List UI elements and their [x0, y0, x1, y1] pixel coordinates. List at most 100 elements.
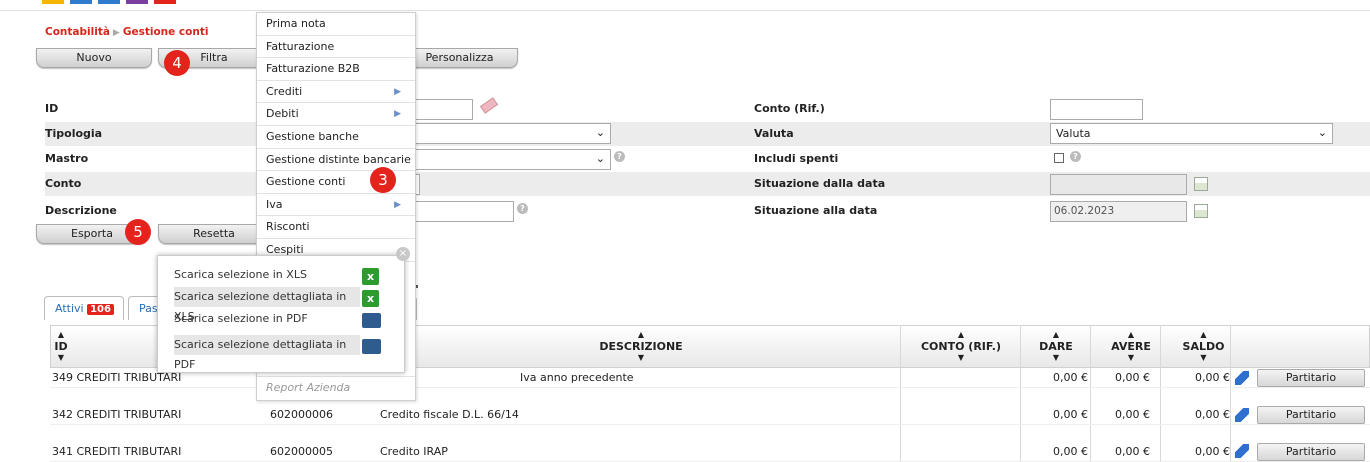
brand-stripe	[126, 0, 148, 4]
chevron-down-icon: ⌄	[595, 126, 605, 139]
menu-item-label: Gestione distinte bancarie	[266, 152, 411, 166]
close-icon[interactable]: ×	[396, 247, 410, 261]
conto-label: Conto	[45, 177, 82, 190]
menu-item-label: Debiti	[266, 107, 299, 121]
resetta-button[interactable]: Resetta	[158, 224, 270, 244]
menu-item-label: Iva	[266, 197, 283, 211]
conto-rif-input[interactable]	[1050, 99, 1143, 120]
download-xls-item[interactable]: Scarica selezione in XLS	[174, 265, 359, 285]
menu-item-gestione-distinte-bancarie[interactable]: Gestione distinte bancarie	[257, 149, 415, 172]
breadcrumb-current: Gestione conti	[122, 26, 209, 38]
brand-stripe	[98, 0, 120, 4]
cell-avere: 0,00 €	[1115, 445, 1150, 458]
form-row-conto: Conto Situazione dalla data	[45, 172, 1370, 196]
chevron-down-icon: ⌄	[595, 152, 605, 165]
menu-item-debiti[interactable]: Debiti ▶	[257, 103, 415, 126]
edit-icon[interactable]	[1235, 444, 1249, 458]
cell-descrizione: Credito IRAP	[380, 445, 448, 458]
partitario-button[interactable]: Partitario	[1257, 406, 1365, 424]
cell-dare: 0,00 €	[1053, 445, 1088, 458]
cell-conto: 602000006	[270, 408, 333, 421]
descrizione-input[interactable]	[405, 201, 514, 222]
menu-item-label: Prima nota	[266, 17, 326, 30]
attivi-count-badge: 106	[87, 304, 114, 315]
menu-item-report-azienda[interactable]: Report Azienda	[257, 376, 415, 398]
menu-item-fatturazione[interactable]: Fatturazione	[257, 36, 415, 59]
breadcrumb-root[interactable]: Contabilità	[45, 26, 110, 38]
download-detailed-xls-item[interactable]: Scarica selezione dettagliata in XLS	[174, 287, 360, 323]
sort-down-icon: ▼	[1052, 353, 1060, 362]
id-label: ID	[45, 102, 59, 115]
menu-item-iva[interactable]: Iva ▶	[257, 194, 415, 217]
cell-avere: 0,00 €	[1115, 408, 1150, 421]
help-icon[interactable]: ?	[1070, 151, 1081, 162]
tab-attivi[interactable]: Attivi 106	[44, 296, 124, 320]
partitario-button[interactable]: Partitario	[1257, 369, 1365, 387]
cell-descrizione: Iva anno precedente	[520, 371, 634, 384]
menu-item-prima-nota[interactable]: Prima nota	[257, 13, 415, 36]
nuovo-button[interactable]: Nuovo	[36, 48, 152, 68]
situazione-dalla-input[interactable]	[1050, 174, 1187, 195]
menu-item-risconti[interactable]: Risconti	[257, 216, 415, 239]
includi-spenti-checkbox[interactable]	[1054, 153, 1064, 163]
column-header-conto-rif-label: CONTO (RIF.)	[920, 340, 1001, 353]
cell-dare: 0,00 €	[1053, 371, 1088, 384]
cell-saldo: 0,00 €	[1195, 371, 1230, 384]
mastro-select[interactable]: ⌄	[405, 149, 611, 170]
cell-saldo: 0,00 €	[1195, 408, 1230, 421]
tipologia-select[interactable]: ⌄	[405, 123, 611, 144]
table-row[interactable]: 342 CREDITI TRIBUTARI 602000006 Credito …	[50, 405, 1370, 425]
sort-down-icon: ▼	[637, 353, 645, 362]
top-divider	[0, 10, 1370, 11]
breadcrumb-separator-icon: ▶	[112, 28, 120, 38]
menu-item-fatturazione-b2b[interactable]: Fatturazione B2B	[257, 58, 415, 81]
column-header-avere[interactable]: ▲ AVERE ▼	[1091, 326, 1171, 369]
column-header-descrizione[interactable]: ▲ DESCRIZIONE ▼	[381, 326, 901, 369]
column-header-id-label: ID	[54, 340, 68, 353]
sort-down-icon: ▼	[1127, 353, 1135, 362]
includi-spenti-label: Includi spenti	[754, 152, 839, 165]
menu-item-label: Fatturazione B2B	[266, 62, 360, 76]
sort-up-icon: ▲	[957, 330, 965, 339]
printer-icon[interactable]	[362, 339, 381, 354]
cell-saldo: 0,00 €	[1195, 445, 1230, 458]
sort-up-icon: ▲	[637, 330, 645, 339]
download-pdf-item[interactable]: Scarica selezione in PDF	[174, 309, 359, 329]
table-row[interactable]: 341 CREDITI TRIBUTARI 602000005 Credito …	[50, 442, 1370, 462]
breadcrumb: Contabilità ▶ Gestione conti	[45, 26, 208, 38]
cell-dare: 0,00 €	[1053, 408, 1088, 421]
menu-item-label: Cespiti	[266, 242, 304, 256]
download-detailed-pdf-item[interactable]: Scarica selezione dettagliata in PDF	[174, 335, 360, 371]
sort-down-icon: ▼	[1200, 353, 1207, 362]
column-header-dare[interactable]: ▲ DARE ▼	[1021, 326, 1091, 369]
callout-4: 4	[164, 50, 190, 76]
situazione-alla-input[interactable]: 06.02.2023	[1050, 201, 1187, 222]
valuta-label: Valuta	[754, 127, 794, 140]
column-header-saldo[interactable]: ▲ SALDO ▼	[1171, 326, 1236, 369]
valuta-select[interactable]: Valuta ⌄	[1050, 123, 1333, 144]
excel-icon[interactable]: x	[362, 290, 379, 307]
printer-icon[interactable]	[362, 313, 381, 328]
help-icon[interactable]: ?	[614, 151, 625, 162]
calendar-icon[interactable]	[1194, 204, 1208, 218]
edit-icon[interactable]	[1235, 371, 1249, 385]
callout-3: 3	[370, 167, 396, 193]
personalizza-button[interactable]: Personalizza	[401, 48, 518, 68]
partitario-button[interactable]: Partitario	[1257, 443, 1365, 461]
situazione-alla-label: Situazione alla data	[754, 204, 878, 217]
callout-5: 5	[125, 219, 151, 245]
brand-stripe	[70, 0, 92, 4]
tipologia-label: Tipologia	[45, 127, 103, 140]
column-header-id[interactable]: ▲ ID ▼	[51, 326, 71, 369]
menu-item-crediti[interactable]: Crediti ▶	[257, 81, 415, 104]
menu-item-gestione-banche[interactable]: Gestione banche	[257, 126, 415, 149]
calendar-icon[interactable]	[1194, 177, 1208, 191]
menu-item-label: Risconti	[266, 220, 310, 234]
column-header-conto-rif[interactable]: ▲ CONTO (RIF.) ▼	[901, 326, 1021, 369]
excel-icon[interactable]: x	[362, 268, 379, 285]
help-icon[interactable]: ?	[517, 203, 528, 214]
conto-rif-label: Conto (Rif.)	[754, 102, 825, 115]
sort-down-icon: ▼	[57, 353, 65, 362]
eraser-icon[interactable]	[479, 97, 499, 114]
edit-icon[interactable]	[1235, 408, 1249, 422]
